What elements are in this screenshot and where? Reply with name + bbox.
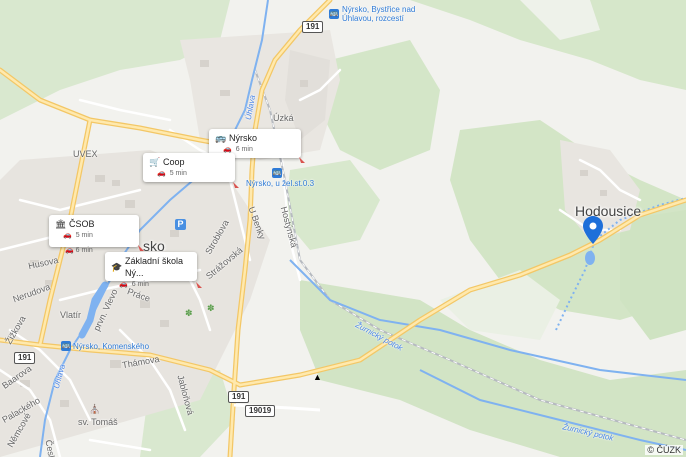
church-icon[interactable]: ⛪ bbox=[89, 404, 100, 415]
bus-stop-icon[interactable]: 🚌 bbox=[329, 9, 339, 19]
road-number-191-top: 191 bbox=[302, 21, 324, 33]
car-icon: 🚗 bbox=[157, 170, 166, 177]
monument-icon[interactable]: ▲ bbox=[313, 372, 322, 382]
popup-time: 5 min bbox=[169, 170, 187, 177]
car-icon: 🚗 bbox=[119, 281, 128, 288]
bus-stop-icon[interactable]: 🚌 bbox=[61, 341, 71, 351]
poi-popup-csob-extra: 🚗 6 min bbox=[65, 246, 93, 254]
popup-arrow-icon bbox=[299, 157, 305, 163]
popup-title: Základní škola Ný... bbox=[125, 256, 184, 278]
popup-title: Nýrsko bbox=[229, 133, 258, 143]
map-canvas[interactable]: 191 191 191 19019 🚌 Nýrsko, Bystřice nad… bbox=[0, 0, 686, 457]
school-icon: 🎓 bbox=[111, 262, 123, 272]
copyright-notice[interactable]: © ČÚZK bbox=[645, 445, 683, 455]
place-label-sv-tomas: sv. Tomáš bbox=[78, 417, 118, 427]
popup-arrow-icon bbox=[196, 282, 202, 288]
transit-label-bystrice-line2: Úhlavou, rozcestí bbox=[342, 14, 404, 23]
popup-arrow-icon bbox=[233, 182, 239, 188]
transit-label-bystrice[interactable]: Nýrsko, Bystřice nad Úhlavou, rozcestí bbox=[342, 5, 415, 23]
location-pin-icon[interactable] bbox=[583, 216, 603, 244]
sport-icon[interactable]: ✽ bbox=[207, 303, 215, 314]
transit-label-komenskeho[interactable]: Nýrsko, Komenského bbox=[73, 342, 149, 351]
place-label-vlatir: Vlatír bbox=[60, 310, 82, 320]
parking-icon[interactable]: P bbox=[175, 219, 186, 230]
bus-stop-icon[interactable]: 🚌 bbox=[272, 168, 282, 178]
popup-time: 6 min bbox=[131, 281, 149, 288]
bank-icon: 🏛 bbox=[55, 219, 67, 229]
popup-title: Coop bbox=[163, 157, 185, 167]
road-number-191-left: 191 bbox=[14, 352, 36, 364]
transit-label-zel-st[interactable]: Nýrsko, u žel.st.0.3 bbox=[246, 179, 314, 188]
cart-icon: 🛒 bbox=[149, 157, 161, 167]
popup-time-extra: 6 min bbox=[75, 247, 93, 254]
poi-popup-zakladni-skola[interactable]: 🎓 Základní škola Ný... 🚗 6 min bbox=[105, 252, 197, 288]
popup-arrow-icon bbox=[138, 245, 144, 251]
popup-title: ČSOB bbox=[69, 219, 95, 229]
sport-icon[interactable]: ✽ bbox=[185, 308, 193, 319]
car-icon: 🚗 bbox=[65, 247, 74, 254]
road-number-191-bottom: 191 bbox=[228, 391, 250, 403]
road-number-19019: 19019 bbox=[245, 405, 276, 417]
place-label-uzka: Úzká bbox=[273, 113, 294, 123]
car-icon: 🚗 bbox=[63, 232, 72, 239]
transit-label-bystrice-line1: Nýrsko, Bystřice nad bbox=[342, 5, 416, 14]
popup-time: 5 min bbox=[75, 232, 93, 239]
poi-popup-coop[interactable]: 🛒 Coop 🚗 5 min bbox=[143, 153, 235, 182]
place-label-uvex: UVEX bbox=[73, 149, 98, 159]
poi-popup-csob[interactable]: 🏛 ČSOB 🚗 5 min bbox=[49, 215, 139, 247]
bus-icon: 🚌 bbox=[215, 133, 227, 143]
popup-time: 6 min bbox=[235, 146, 253, 153]
